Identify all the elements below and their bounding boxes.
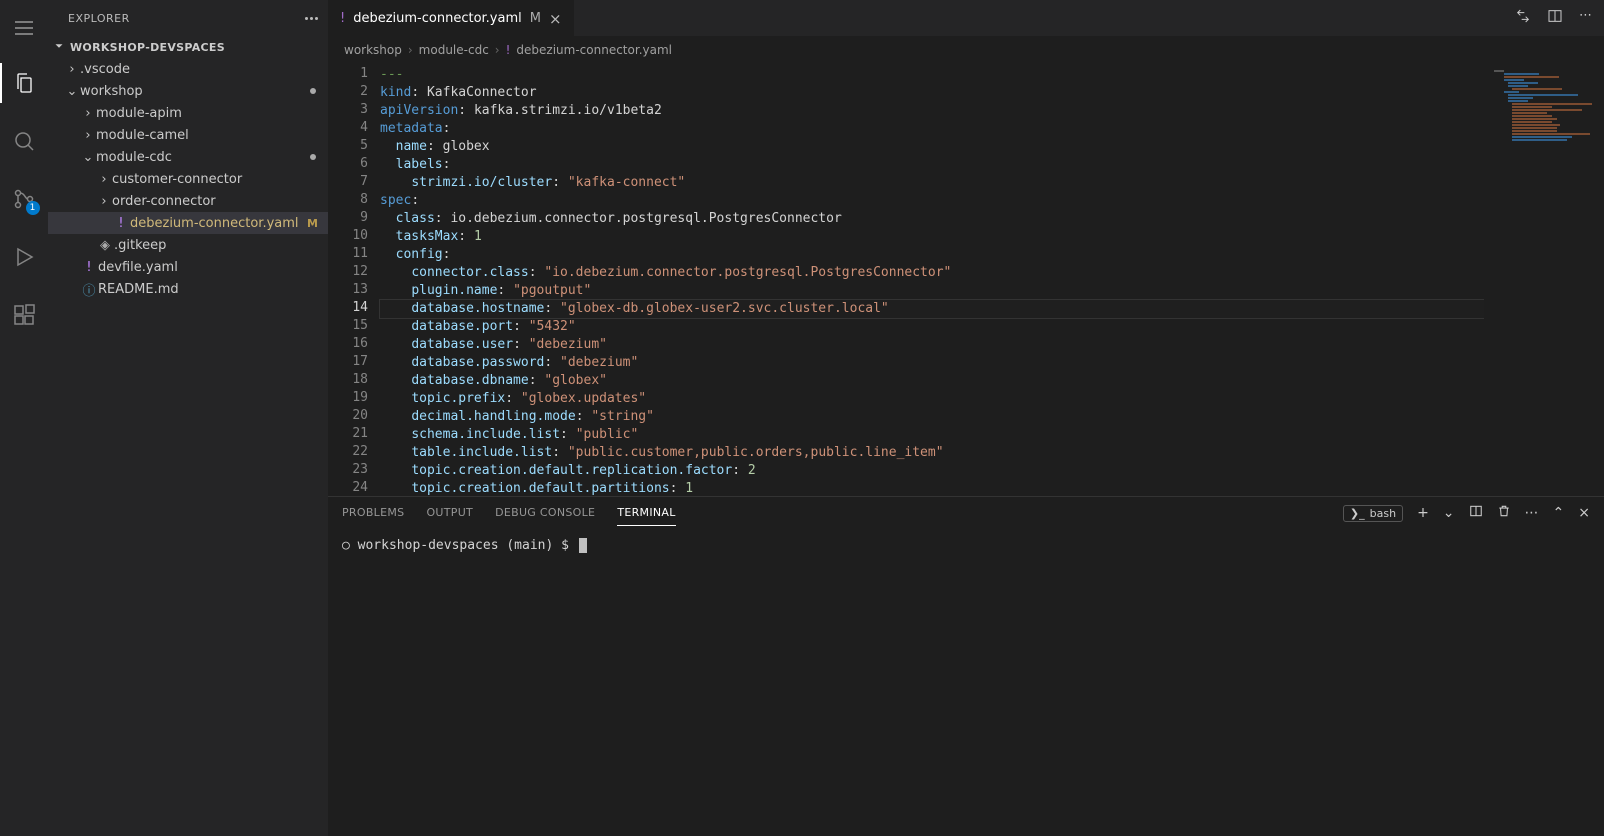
file-devfile[interactable]: !devfile.yaml <box>48 256 328 278</box>
panel: PROBLEMS OUTPUT DEBUG CONSOLE TERMINAL ❯… <box>328 496 1604 836</box>
code-editor[interactable]: 123456789101112131415161718192021222324 … <box>328 64 1604 496</box>
chevron-down-icon: ⌄ <box>80 150 96 165</box>
yaml-file-icon: ! <box>340 11 345 26</box>
folder-module-camel[interactable]: ›module-camel <box>48 124 328 146</box>
yaml-file-icon: ! <box>506 43 511 57</box>
tab-actions: ⋯ <box>1515 8 1604 28</box>
split-editor-icon[interactable] <box>1547 8 1563 28</box>
file-gitkeep[interactable]: ◈.gitkeep <box>48 234 328 256</box>
yaml-file-icon: ! <box>112 216 130 231</box>
more-icon[interactable]: ⋯ <box>1579 8 1592 28</box>
chevron-right-icon: › <box>80 128 96 143</box>
panel-actions: ❯_bash + ⌄ ⋯ ⌃ × <box>1343 504 1590 522</box>
chevron-right-icon: › <box>96 172 112 187</box>
close-icon[interactable]: × <box>549 10 562 28</box>
breadcrumb-item[interactable]: workshop <box>344 43 402 57</box>
sidebar-more-icon[interactable] <box>305 17 318 20</box>
trash-icon[interactable] <box>1497 504 1511 522</box>
menu-icon[interactable] <box>0 10 48 45</box>
folder-order-connector[interactable]: ›order-connector <box>48 190 328 212</box>
chevron-down-icon: ⌄ <box>64 84 80 99</box>
terminal[interactable]: ○ workshop-devspaces (main) $ <box>328 530 1604 836</box>
file-tree: ›.vscode ⌄workshop ›module-apim ›module-… <box>48 58 328 300</box>
yaml-file-icon: ! <box>80 260 98 275</box>
search-icon[interactable] <box>0 121 48 161</box>
info-file-icon: ⓘ <box>80 280 98 299</box>
activity-bar: 1 <box>0 0 48 836</box>
tab-debezium[interactable]: ! debezium-connector.yaml M × <box>328 0 574 36</box>
explorer-sidebar: EXPLORER WORKSHOP-DEVSPACES ›.vscode ⌄wo… <box>48 0 328 836</box>
chevron-right-icon: › <box>96 194 112 209</box>
chevron-right-icon: › <box>495 43 500 57</box>
breadcrumb-item[interactable]: debezium-connector.yaml <box>516 43 672 57</box>
modified-dot-icon <box>310 154 316 160</box>
chevron-up-icon[interactable]: ⌃ <box>1553 505 1565 521</box>
folder-workshop[interactable]: ⌄workshop <box>48 80 328 102</box>
folder-root[interactable]: WORKSHOP-DEVSPACES <box>48 36 328 58</box>
editor-area: ! debezium-connector.yaml M × ⋯ workshop… <box>328 0 1604 836</box>
panel-tabs: PROBLEMS OUTPUT DEBUG CONSOLE TERMINAL ❯… <box>328 497 1604 530</box>
terminal-cursor <box>579 538 587 553</box>
compare-icon[interactable] <box>1515 8 1531 28</box>
workbench: 1 EXPLORER WORKSHOP-DEVSPACES ›.vscode ⌄… <box>0 0 1604 836</box>
folder-vscode[interactable]: ›.vscode <box>48 58 328 80</box>
breadcrumbs[interactable]: workshop › module-cdc › ! debezium-connect… <box>328 36 1604 64</box>
explorer-icon[interactable] <box>0 63 48 103</box>
extensions-icon[interactable] <box>0 295 48 335</box>
folder-module-cdc[interactable]: ⌄module-cdc <box>48 146 328 168</box>
sidebar-title-label: EXPLORER <box>68 12 130 25</box>
tab-terminal[interactable]: TERMINAL <box>617 500 675 526</box>
terminal-prompt: ○ workshop-devspaces (main) $ <box>342 538 577 553</box>
tabs-bar: ! debezium-connector.yaml M × ⋯ <box>328 0 1604 36</box>
chevron-down-icon[interactable]: ⌄ <box>1443 505 1455 521</box>
breadcrumb-item[interactable]: module-cdc <box>419 43 489 57</box>
split-terminal-icon[interactable] <box>1469 504 1483 522</box>
chevron-right-icon: › <box>64 62 80 77</box>
code-content[interactable]: ---kind: KafkaConnectorapiVersion: kafka… <box>380 64 1604 496</box>
folder-root-label: WORKSHOP-DEVSPACES <box>70 41 225 54</box>
tabs: ! debezium-connector.yaml M × <box>328 0 574 36</box>
file-debezium-yaml[interactable]: !debezium-connector.yamlM <box>48 212 328 234</box>
file-readme[interactable]: ⓘREADME.md <box>48 278 328 300</box>
chevron-right-icon: › <box>80 106 96 121</box>
line-numbers: 123456789101112131415161718192021222324 <box>328 64 380 496</box>
scm-badge: 1 <box>26 201 40 215</box>
tab-modified: M <box>530 11 541 26</box>
close-icon[interactable]: × <box>1578 505 1590 521</box>
folder-module-apim[interactable]: ›module-apim <box>48 102 328 124</box>
folder-customer-connector[interactable]: ›customer-connector <box>48 168 328 190</box>
terminal-shell-select[interactable]: ❯_bash <box>1343 505 1403 522</box>
sidebar-title: EXPLORER <box>48 0 328 36</box>
modified-tag: M <box>307 217 320 230</box>
new-terminal-icon[interactable]: + <box>1417 505 1429 521</box>
tab-label: debezium-connector.yaml <box>353 11 522 26</box>
more-icon[interactable]: ⋯ <box>1525 505 1539 521</box>
modified-dot-icon <box>310 88 316 94</box>
scm-icon[interactable]: 1 <box>0 179 48 219</box>
run-debug-icon[interactable] <box>0 237 48 277</box>
minimap[interactable] <box>1484 64 1604 496</box>
terminal-icon: ❯_ <box>1350 507 1365 520</box>
tab-problems[interactable]: PROBLEMS <box>342 500 404 526</box>
file-icon: ◈ <box>96 238 114 253</box>
tab-debug-console[interactable]: DEBUG CONSOLE <box>495 500 595 526</box>
chevron-right-icon: › <box>408 43 413 57</box>
tab-output[interactable]: OUTPUT <box>426 500 473 526</box>
chevron-down-icon <box>52 39 66 56</box>
